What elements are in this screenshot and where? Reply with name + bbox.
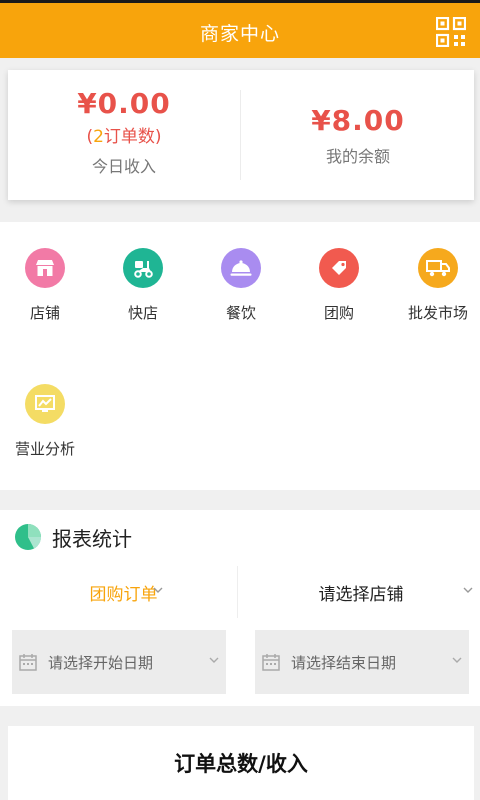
order-count: (2订单数) (86, 127, 162, 147)
today-income-amount: ¥0.00 (77, 87, 171, 120)
menu-item-group-buy[interactable]: 团购 (291, 248, 387, 323)
balance-panel[interactable]: ¥8.00 我的余额 (242, 70, 474, 200)
order-count-number: 2 (93, 127, 104, 147)
menu-item-label: 快店 (127, 304, 158, 322)
store-icon (25, 248, 65, 288)
end-date-picker[interactable]: 请选择结束日期 (255, 630, 469, 694)
chevron-down-icon (463, 587, 473, 593)
chevron-down-icon (209, 657, 219, 663)
start-date-picker[interactable]: 请选择开始日期 (12, 630, 226, 694)
tag-icon (319, 248, 359, 288)
order-type-value: 团购订单 (89, 584, 158, 605)
qr-code-icon[interactable] (436, 17, 466, 47)
analytics-icon (25, 384, 65, 424)
today-income-label: 今日收入 (91, 157, 156, 176)
chevron-down-icon (452, 657, 462, 663)
stats-divider (240, 90, 241, 180)
page-title: 商家中心 (199, 23, 280, 45)
calendar-icon (19, 654, 37, 671)
today-income-panel[interactable]: ¥0.00 (2订单数) 今日收入 (8, 70, 240, 200)
top-bar: 商家中心 (0, 0, 480, 58)
balance-label: 我的余额 (325, 147, 390, 166)
menu-item-catering[interactable]: 餐饮 (193, 248, 289, 323)
scooter-icon (123, 248, 163, 288)
menu-item-label: 团购 (323, 304, 354, 322)
pie-chart-icon (15, 524, 41, 550)
end-date-placeholder: 请选择结束日期 (291, 653, 397, 672)
dish-cover-icon (221, 248, 261, 288)
store-select-value: 请选择店铺 (318, 584, 404, 605)
menu-item-label: 营业分析 (14, 440, 75, 458)
balance-amount: ¥8.00 (311, 104, 405, 137)
store-select[interactable]: 请选择店铺 (242, 566, 480, 618)
order-summary-card: 订单总数/收入 (8, 726, 474, 800)
function-menu: 店铺 快店 餐饮 团购 批发市场 营业分析 (0, 222, 480, 490)
report-title: 报表统计 (52, 526, 132, 551)
menu-item-store[interactable]: 店铺 (0, 248, 93, 323)
menu-item-label: 批发市场 (407, 304, 468, 322)
menu-item-wholesale[interactable]: 批发市场 (390, 248, 480, 323)
order-type-select[interactable]: 团购订单 (10, 566, 238, 618)
truck-icon (418, 248, 458, 288)
start-date-placeholder: 请选择开始日期 (48, 653, 154, 672)
menu-item-label: 餐饮 (225, 304, 256, 322)
income-summary-card: ¥0.00 (2订单数) 今日收入 ¥8.00 我的余额 (8, 70, 474, 200)
menu-item-label: 店铺 (29, 304, 60, 322)
calendar-icon (262, 654, 280, 671)
report-section: 报表统计 团购订单 请选择店铺 请选择开始日期 请选择结束日期 (0, 510, 480, 706)
chevron-down-icon (153, 587, 163, 593)
summary-title: 订单总数/收入 (174, 752, 308, 776)
menu-item-analytics[interactable]: 营业分析 (0, 384, 93, 459)
report-header: 报表统计 (14, 522, 132, 552)
menu-item-quick-store[interactable]: 快店 (95, 248, 191, 323)
